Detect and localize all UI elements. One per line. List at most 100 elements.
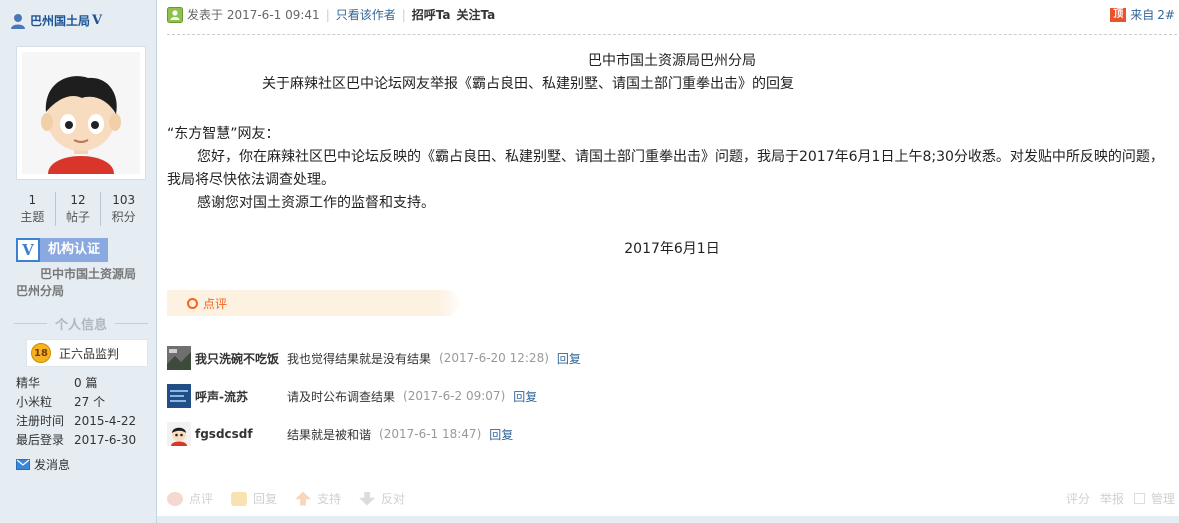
reply-button[interactable]: 回复 [231,490,277,507]
author-sidebar: 巴州国土局 V 1 主题 12 帖子 103 积分 V 机构认证 巴中市国土资源… [0,0,157,523]
comment-section-header: 点评 [167,290,463,316]
info-key: 最后登录 [16,433,65,447]
send-message-label: 发消息 [34,458,71,472]
rank-title: 正六品监判 [59,346,120,361]
stat-points-label: 积分 [111,210,136,224]
personal-info-heading: 个人信息 [14,314,148,333]
reply-bubble-icon [231,491,248,506]
comment-time: (2017-6-1 18:47) [379,427,482,441]
rate-comment-button[interactable]: 点评 [167,490,213,507]
oppose-button[interactable]: 反对 [359,490,405,507]
info-value: 27 个 [74,395,106,409]
info-key: 注册时间 [16,414,65,428]
avatar[interactable] [16,46,146,180]
comment-text: 我也觉得结果就是没有结果 [287,351,432,366]
report-link[interactable]: 举报 [1100,490,1124,507]
stat-posts-count: 12 [70,193,86,207]
action-label: 点评 [189,492,214,506]
comment-ring-icon [187,298,198,309]
comment-time: (2017-6-2 09:07) [403,389,506,403]
comment-text: 请及时公布调查结果 [287,389,396,404]
user-icon [11,13,25,29]
stat-threads[interactable]: 1 主题 [10,192,55,226]
top-icon[interactable]: 顶 [1110,7,1127,22]
post-bottom-border [157,516,1179,523]
floor-number[interactable]: 2# [1157,8,1175,22]
verified-v-icon: V [92,13,103,28]
arrow-down-icon [359,491,376,506]
info-row-register: 注册时间 2015-4-22 [16,412,146,431]
comment-icon [167,491,183,506]
comment-section-label: 点评 [203,297,228,311]
post-action-bar: 点评 回复 支持 反对 [167,490,423,507]
info-row-last-login: 最后登录 2017-6-30 [16,431,146,450]
info-key: 小米粒 [16,395,53,409]
author-name-link[interactable]: 巴州国土局 [30,12,90,29]
comment-reply-link[interactable]: 回复 [557,350,581,367]
stat-threads-label: 主题 [20,210,45,224]
meta-separator: | [325,7,330,22]
post-meta-bar: 发表于 2017-6-1 09:41 | 只看该作者 | 招呼Ta 关注Ta [167,6,495,23]
meta-divider [167,34,1177,35]
commenter-avatar[interactable] [167,422,191,446]
rate-link[interactable]: 评分 [1066,490,1090,507]
reply-subject: 关于麻辣社区巴中论坛网友举报《霸占良田、私建别墅、请国土部门重拳出击》的回复 [262,76,794,92]
info-row-rice: 小米粒 27 个 [16,393,146,412]
post-admin-bar: 评分 举报 管理 [1066,490,1175,507]
comment-item: 呼声-流苏 请及时公布调查结果 (2017-6-2 09:07) 回复 [167,384,1167,408]
stat-posts-label: 帖子 [66,210,91,224]
stat-points[interactable]: 103 积分 [100,192,146,226]
mail-icon [16,459,30,470]
manage-link[interactable]: 管理 [1151,490,1175,507]
only-author-link[interactable]: 只看该作者 [336,6,396,23]
institution-cert-badge[interactable]: V 机构认证 [16,238,109,262]
commenter-name[interactable]: 我只洗碗不吃饭 [195,350,283,367]
greet-link[interactable]: 招呼Ta [412,6,451,23]
stat-threads-count: 1 [28,193,37,207]
follow-link[interactable]: 关注Ta [457,6,496,23]
comment-time: (2017-6-20 12:28) [439,351,549,365]
cert-v-icon: V [16,238,40,262]
stat-posts[interactable]: 12 帖子 [54,192,101,226]
info-key: 精华 [16,376,41,390]
info-row-digest: 精华 0 篇 [16,374,146,393]
info-value: 2017-6-30 [74,433,137,447]
comment-list: 我只洗碗不吃饭 我也觉得结果就是没有结果 (2017-6-20 12:28) 回… [167,346,1167,460]
reply-date: 2017年6月1日 [624,241,720,257]
body-paragraph: 感谢您对国土资源工作的监督和支持。 [197,195,435,211]
commenter-name[interactable]: fgsdcsdf [195,427,283,441]
meta-separator: | [401,7,406,22]
personal-info-label: 个人信息 [55,318,108,333]
floor-indicator: 顶 来自 2# [1110,6,1175,23]
info-value: 2015-4-22 [74,414,137,428]
commenter-name[interactable]: 呼声-流苏 [195,388,283,405]
author-organization: 巴中市国土资源局巴州分局 [16,267,137,298]
post-content: 巴中市国土资源局巴州分局 关于麻辣社区巴中论坛网友举报《霸占良田、私建别墅、请国… [167,50,1177,261]
send-message-link[interactable]: 发消息 [16,456,70,473]
arrow-up-icon [295,491,312,506]
action-label: 反对 [381,492,406,506]
rank-medal[interactable]: 18 正六品监判 [26,339,148,367]
commenter-avatar[interactable] [167,384,191,408]
body-paragraph: 您好，你在麻辣社区巴中论坛反映的《霸占良田、私建别墅、请国土部门重拳出击》问题，… [167,149,1164,188]
comment-reply-link[interactable]: 回复 [513,388,537,405]
reply-org-title: 巴中市国土资源局巴州分局 [588,53,756,69]
avatar-cartoon-image [22,52,140,174]
comment-text: 结果就是被和谐 [287,427,372,442]
commenter-avatar[interactable] [167,346,191,370]
author-header: 巴州国土局 V [10,12,102,29]
comment-item: fgsdcsdf 结果就是被和谐 (2017-6-1 18:47) 回复 [167,422,1167,446]
support-button[interactable]: 支持 [295,490,341,507]
stat-points-count: 103 [112,193,136,207]
post-time: 发表于 2017-6-1 09:41 [187,8,320,22]
manage-checkbox[interactable] [1133,493,1145,504]
author-info-list: 精华 0 篇 小米粒 27 个 注册时间 2015-4-22 最后登录 2017… [16,374,146,450]
comment-item: 我只洗碗不吃饭 我也觉得结果就是没有结果 (2017-6-20 12:28) 回… [167,346,1167,370]
floor-from-link[interactable]: 来自 [1130,6,1154,23]
cert-label: 机构认证 [40,238,109,262]
author-stats: 1 主题 12 帖子 103 积分 [10,192,146,226]
comment-reply-link[interactable]: 回复 [489,426,513,443]
action-label: 回复 [253,492,278,506]
salutation: “东方智慧”网友： [167,126,280,142]
info-value: 0 篇 [74,376,98,390]
